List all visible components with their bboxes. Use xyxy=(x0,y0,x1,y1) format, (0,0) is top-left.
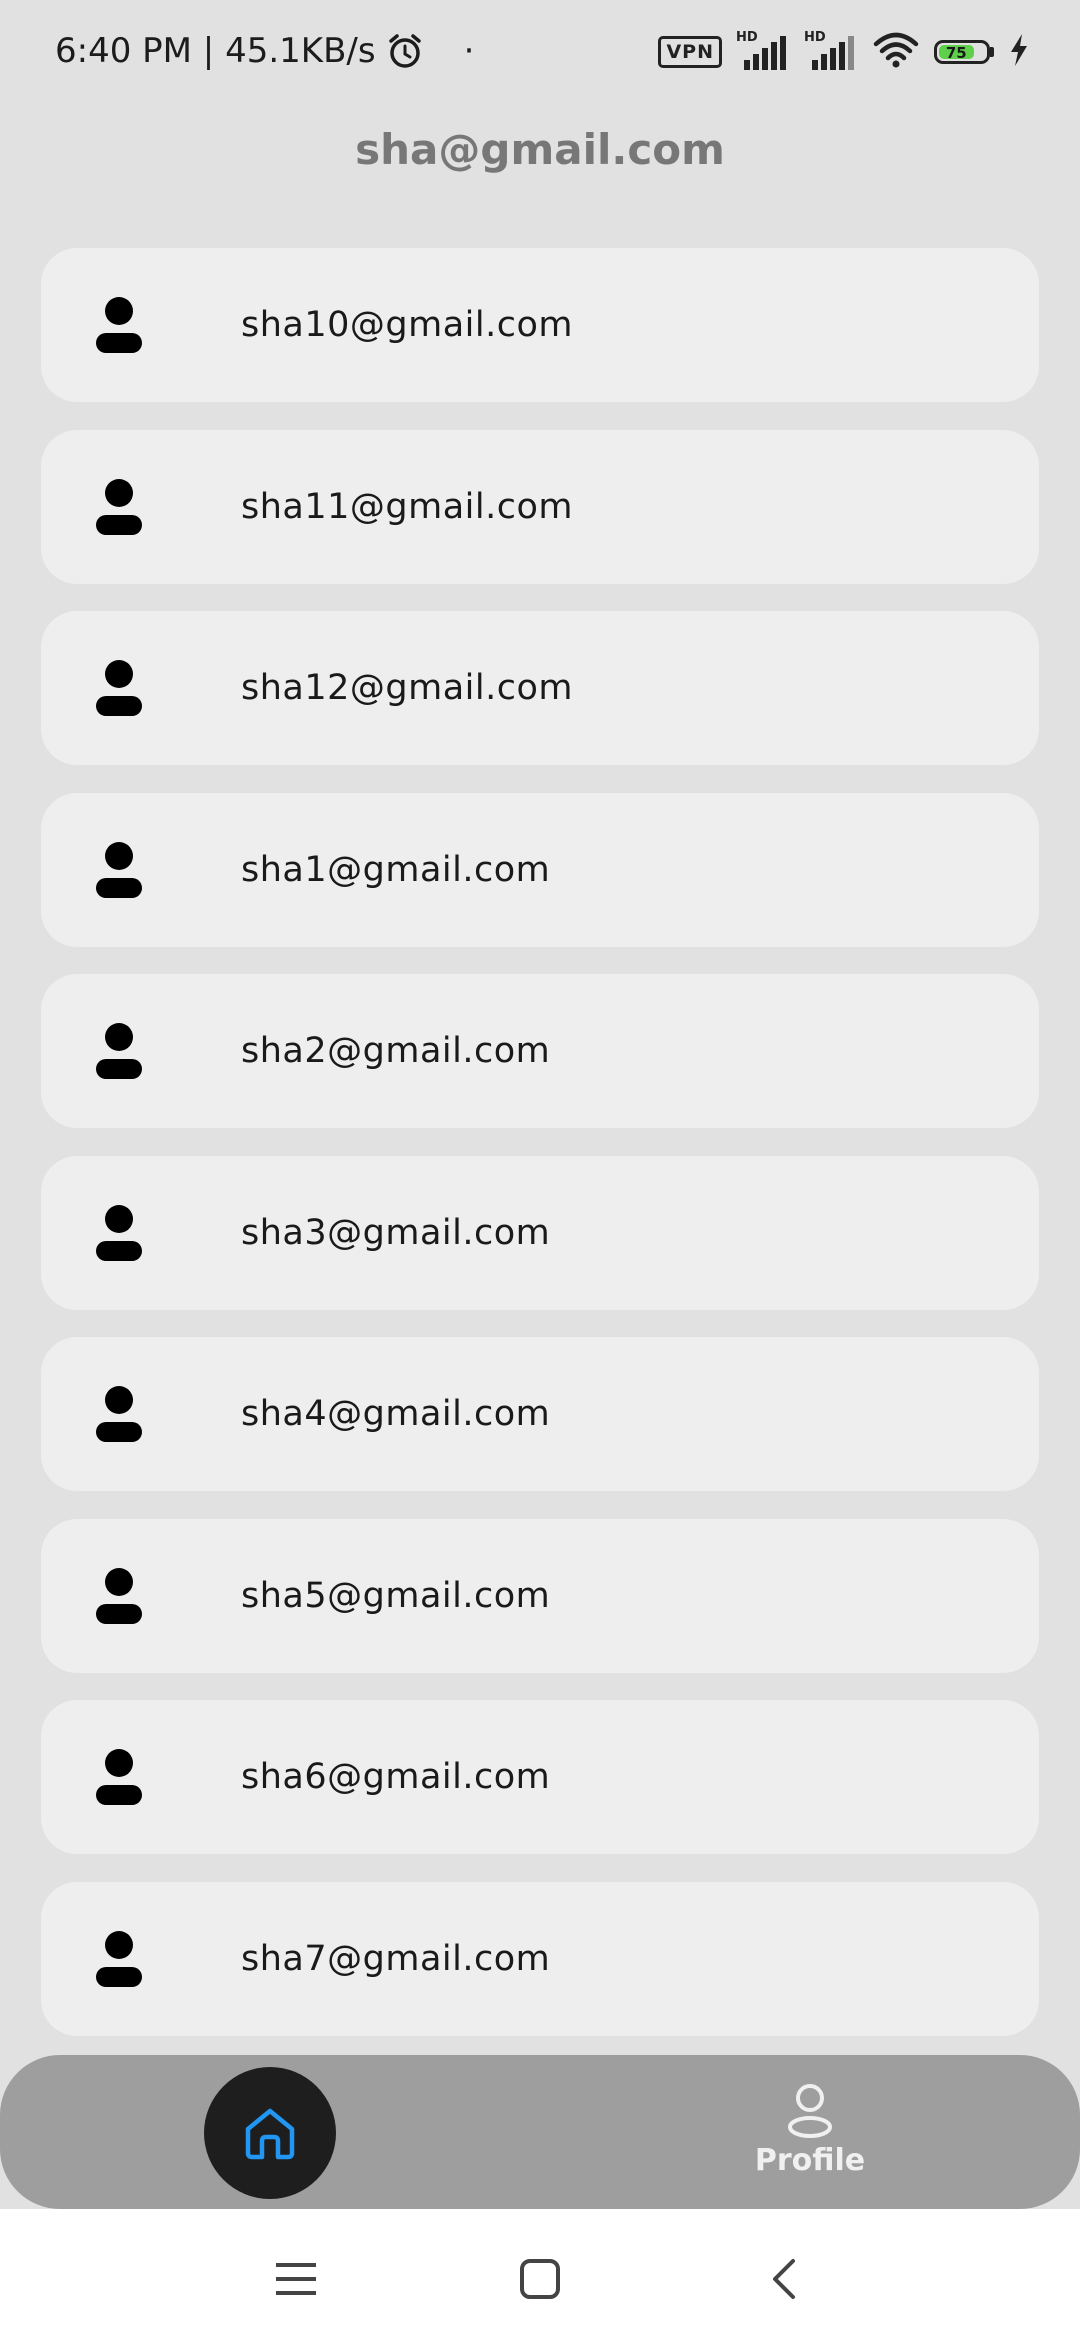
person-icon xyxy=(94,296,144,354)
user-email: sha5@gmail.com xyxy=(241,1575,551,1616)
person-icon xyxy=(94,1022,144,1080)
hd-label-2: HD xyxy=(804,30,826,45)
user-list-item[interactable]: sha2@gmail.com xyxy=(41,974,1039,1128)
user-email: sha6@gmail.com xyxy=(241,1757,551,1797)
wifi-icon xyxy=(872,30,920,74)
status-left: 6:40 PM | 45.1KB/s · xyxy=(55,26,474,76)
vpn-badge: VPN xyxy=(658,36,722,68)
user-email: sha3@gmail.com xyxy=(241,1212,551,1253)
person-icon xyxy=(94,659,144,717)
profile-label: Profile xyxy=(754,2143,866,2178)
battery-icon: 75 xyxy=(934,40,994,64)
person-icon xyxy=(94,841,144,899)
battery-cap xyxy=(990,47,994,57)
user-list-item[interactable]: sha3@gmail.com xyxy=(41,1155,1039,1310)
user-email: sha12@gmail.com xyxy=(241,668,573,708)
home-tab-button[interactable] xyxy=(204,2067,336,2199)
person-icon xyxy=(94,1385,144,1443)
user-email: sha11@gmail.com xyxy=(241,486,573,527)
page-title: sha@gmail.com xyxy=(355,125,725,174)
status-right: VPN HD HD 75 xyxy=(658,30,1030,74)
user-list-item[interactable]: sha11@gmail.com xyxy=(41,429,1039,584)
user-email: sha1@gmail.com xyxy=(241,849,551,890)
notification-dot: · xyxy=(463,31,475,71)
user-email: sha7@gmail.com xyxy=(241,1938,551,1979)
charging-icon xyxy=(1008,33,1030,71)
home-system-button[interactable] xyxy=(510,2249,570,2309)
square-icon xyxy=(520,2259,560,2299)
status-bar: 6:40 PM | 45.1KB/s · VPN HD HD 75 xyxy=(0,0,1080,100)
user-email: sha4@gmail.com xyxy=(241,1394,551,1434)
user-list-item[interactable]: sha12@gmail.com xyxy=(41,611,1039,765)
back-chevron-icon xyxy=(773,2259,795,2299)
system-nav-bar xyxy=(0,2209,1080,2340)
hd-label: HD xyxy=(736,30,758,45)
bottom-nav: Profile xyxy=(0,2055,1080,2209)
person-icon xyxy=(94,1930,144,1988)
signal-icon: HD xyxy=(736,30,790,72)
user-list-item[interactable]: sha1@gmail.com xyxy=(41,792,1039,947)
profile-icon xyxy=(788,2084,832,2138)
person-icon xyxy=(94,1748,144,1806)
home-icon xyxy=(245,2108,295,2160)
person-icon xyxy=(94,1204,144,1262)
profile-tab[interactable]: Profile xyxy=(740,2083,880,2178)
user-list-item[interactable]: sha5@gmail.com xyxy=(41,1518,1039,1673)
user-email: sha10@gmail.com xyxy=(241,305,573,345)
recent-apps-button[interactable] xyxy=(266,2249,326,2309)
status-time-speed: 6:40 PM | 45.1KB/s xyxy=(55,31,376,71)
user-list-item[interactable]: sha10@gmail.com xyxy=(41,248,1039,402)
user-email: sha2@gmail.com xyxy=(241,1031,551,1071)
screen: 6:40 PM | 45.1KB/s · VPN HD HD 75 sha@gm… xyxy=(0,0,1080,2340)
user-list-item[interactable]: sha4@gmail.com xyxy=(41,1337,1039,1491)
signal-icon-2: HD xyxy=(804,30,858,72)
back-button[interactable] xyxy=(754,2249,814,2309)
user-list: sha10@gmail.com sha11@gmail.com sha12@gm… xyxy=(41,248,1039,2063)
battery-level: 75 xyxy=(939,45,974,61)
user-list-item[interactable]: sha7@gmail.com xyxy=(41,1881,1039,2036)
alarm-icon xyxy=(386,32,424,70)
battery-body: 75 xyxy=(934,40,990,64)
user-list-item[interactable]: sha6@gmail.com xyxy=(41,1700,1039,1854)
person-icon xyxy=(94,1567,144,1625)
person-icon xyxy=(94,478,144,536)
menu-icon xyxy=(276,2263,316,2295)
